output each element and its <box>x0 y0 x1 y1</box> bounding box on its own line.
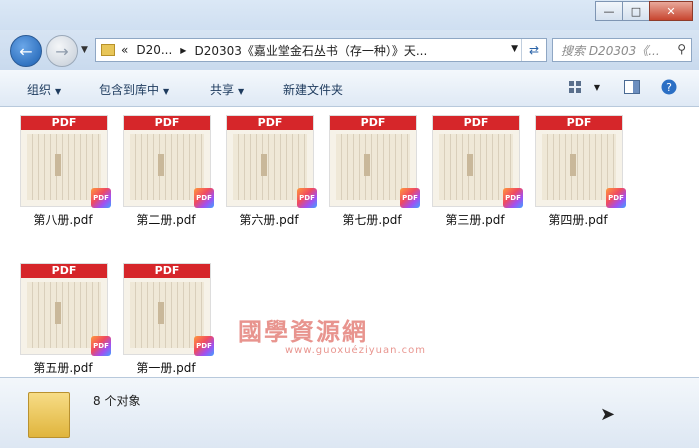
pdf-banner: PDF <box>21 116 107 130</box>
pdf-thumbnail: PDF PDF <box>123 263 214 356</box>
pdf-thumbnail: PDF PDF <box>20 115 111 208</box>
pdf-thumbnail: PDF PDF <box>226 115 317 208</box>
page-preview <box>439 134 513 200</box>
pdf-thumbnail: PDF PDF <box>432 115 523 208</box>
refresh-icon: ⇄ <box>528 43 540 57</box>
preview-pane-icon[interactable] <box>623 79 641 95</box>
arrow-left-icon: ← <box>19 41 33 61</box>
file-item[interactable]: PDF PDF 第四册.pdf <box>530 115 626 228</box>
navigation-bar: ← → ▼ « D20... ▶ D20303《嘉业堂金石丛书（存一种）》天..… <box>0 30 699 70</box>
include-library-label: 包含到库中 <box>99 83 160 97</box>
search-input[interactable]: 搜索 D20303《... <box>553 42 671 59</box>
view-options-icon[interactable] <box>567 79 583 95</box>
details-pane: 8 个对象 ➤ <box>0 377 699 448</box>
new-folder-button[interactable]: 新建文件夹 <box>283 81 343 98</box>
file-item[interactable]: PDF PDF 第三册.pdf <box>427 115 523 228</box>
minimize-button[interactable]: — <box>595 1 623 21</box>
search-box[interactable]: 搜索 D20303《... ⚲ <box>552 38 692 62</box>
pdf-banner: PDF <box>536 116 622 130</box>
back-button[interactable]: ← <box>10 35 42 67</box>
pdf-thumbnail: PDF PDF <box>20 263 111 356</box>
maximize-button[interactable]: □ <box>622 1 650 21</box>
organize-label: 组织 <box>27 83 52 97</box>
chevron-down-icon: ▼ <box>163 87 170 96</box>
pdf-banner: PDF <box>227 116 313 130</box>
page-preview <box>542 134 616 200</box>
folder-icon <box>28 392 70 438</box>
pdf-app-icon: PDF <box>91 188 111 208</box>
file-item[interactable]: PDF PDF 第五册.pdf <box>15 263 111 376</box>
file-item[interactable]: PDF PDF 第七册.pdf <box>324 115 420 228</box>
chevron-down-icon: ▼ <box>55 87 62 96</box>
page-preview <box>336 134 410 200</box>
pdf-banner: PDF <box>330 116 416 130</box>
mouse-cursor-icon: ➤ <box>600 404 616 425</box>
file-list: PDF PDF 第八册.pdf PDF PDF 第二册.pdf PDF PDF 第六册… <box>0 107 699 377</box>
arrow-right-icon: → <box>55 41 69 61</box>
organize-menu[interactable]: 组织 ▼ <box>27 81 61 98</box>
pdf-thumbnail: PDF PDF <box>329 115 420 208</box>
pdf-banner: PDF <box>21 264 107 278</box>
pdf-app-icon: PDF <box>400 188 420 208</box>
pdf-banner: PDF <box>124 264 210 278</box>
pdf-banner: PDF <box>433 116 519 130</box>
search-icon[interactable]: ⚲ <box>677 42 686 56</box>
file-name: 第七册.pdf <box>342 213 402 227</box>
breadcrumb-overflow[interactable]: « <box>121 43 128 57</box>
forward-button[interactable]: → <box>46 35 78 67</box>
pdf-app-icon: PDF <box>91 336 111 356</box>
file-item[interactable]: PDF PDF 第二册.pdf <box>118 115 214 228</box>
refresh-button[interactable]: ⇄ <box>521 39 546 61</box>
page-preview <box>130 134 204 200</box>
chevron-down-icon: ▼ <box>238 87 245 96</box>
watermark-url: www.guoxuéziyuan.com <box>285 345 426 356</box>
watermark-logo: 國學資源網 <box>238 318 368 346</box>
file-name: 第五册.pdf <box>33 361 93 375</box>
include-library-menu[interactable]: 包含到库中 ▼ <box>99 81 169 98</box>
item-count: 8 个对象 <box>93 394 141 408</box>
folder-icon <box>101 44 115 56</box>
pdf-thumbnail: PDF PDF <box>123 115 214 208</box>
svg-text:?: ? <box>666 81 672 94</box>
pdf-banner: PDF <box>124 116 210 130</box>
file-name: 第四册.pdf <box>548 213 608 227</box>
file-name: 第八册.pdf <box>33 213 93 227</box>
file-name: 第一册.pdf <box>136 361 196 375</box>
file-item[interactable]: PDF PDF 第八册.pdf <box>15 115 111 228</box>
pdf-thumbnail: PDF PDF <box>535 115 626 208</box>
view-dropdown-icon[interactable]: ▼ <box>592 79 602 95</box>
pdf-app-icon: PDF <box>297 188 317 208</box>
file-item[interactable]: PDF PDF 第一册.pdf <box>118 263 214 376</box>
title-bar: — □ ✕ <box>0 0 699 30</box>
file-item[interactable]: PDF PDF 第六册.pdf <box>221 115 317 228</box>
file-name: 第二册.pdf <box>136 213 196 227</box>
command-bar: 组织 ▼ 包含到库中 ▼ 共享 ▼ 新建文件夹 ▼ ? <box>0 70 699 107</box>
close-button[interactable]: ✕ <box>649 1 693 21</box>
file-name: 第三册.pdf <box>445 213 505 227</box>
pdf-app-icon: PDF <box>606 188 626 208</box>
pdf-app-icon: PDF <box>194 336 214 356</box>
pdf-app-icon: PDF <box>503 188 523 208</box>
address-bar[interactable]: « D20... ▶ D20303《嘉业堂金石丛书（存一种）》天... ▼ ⇄ <box>95 38 547 62</box>
help-icon[interactable]: ? <box>660 79 678 95</box>
address-dropdown-icon[interactable]: ▼ <box>511 44 518 54</box>
pdf-app-icon: PDF <box>194 188 214 208</box>
file-name: 第六册.pdf <box>239 213 299 227</box>
share-menu[interactable]: 共享 ▼ <box>210 81 244 98</box>
breadcrumb-item-current[interactable]: D20303《嘉业堂金石丛书（存一种）》天... <box>194 42 427 59</box>
recent-pages-dropdown[interactable]: ▼ <box>81 45 88 55</box>
breadcrumb-item-parent[interactable]: D20... <box>136 43 172 57</box>
breadcrumb-separator-icon[interactable]: ▶ <box>180 46 186 55</box>
page-preview <box>27 134 101 200</box>
share-label: 共享 <box>210 83 235 97</box>
window-controls: — □ ✕ <box>595 1 693 21</box>
page-preview <box>27 282 101 348</box>
page-preview <box>130 282 204 348</box>
page-preview <box>233 134 307 200</box>
